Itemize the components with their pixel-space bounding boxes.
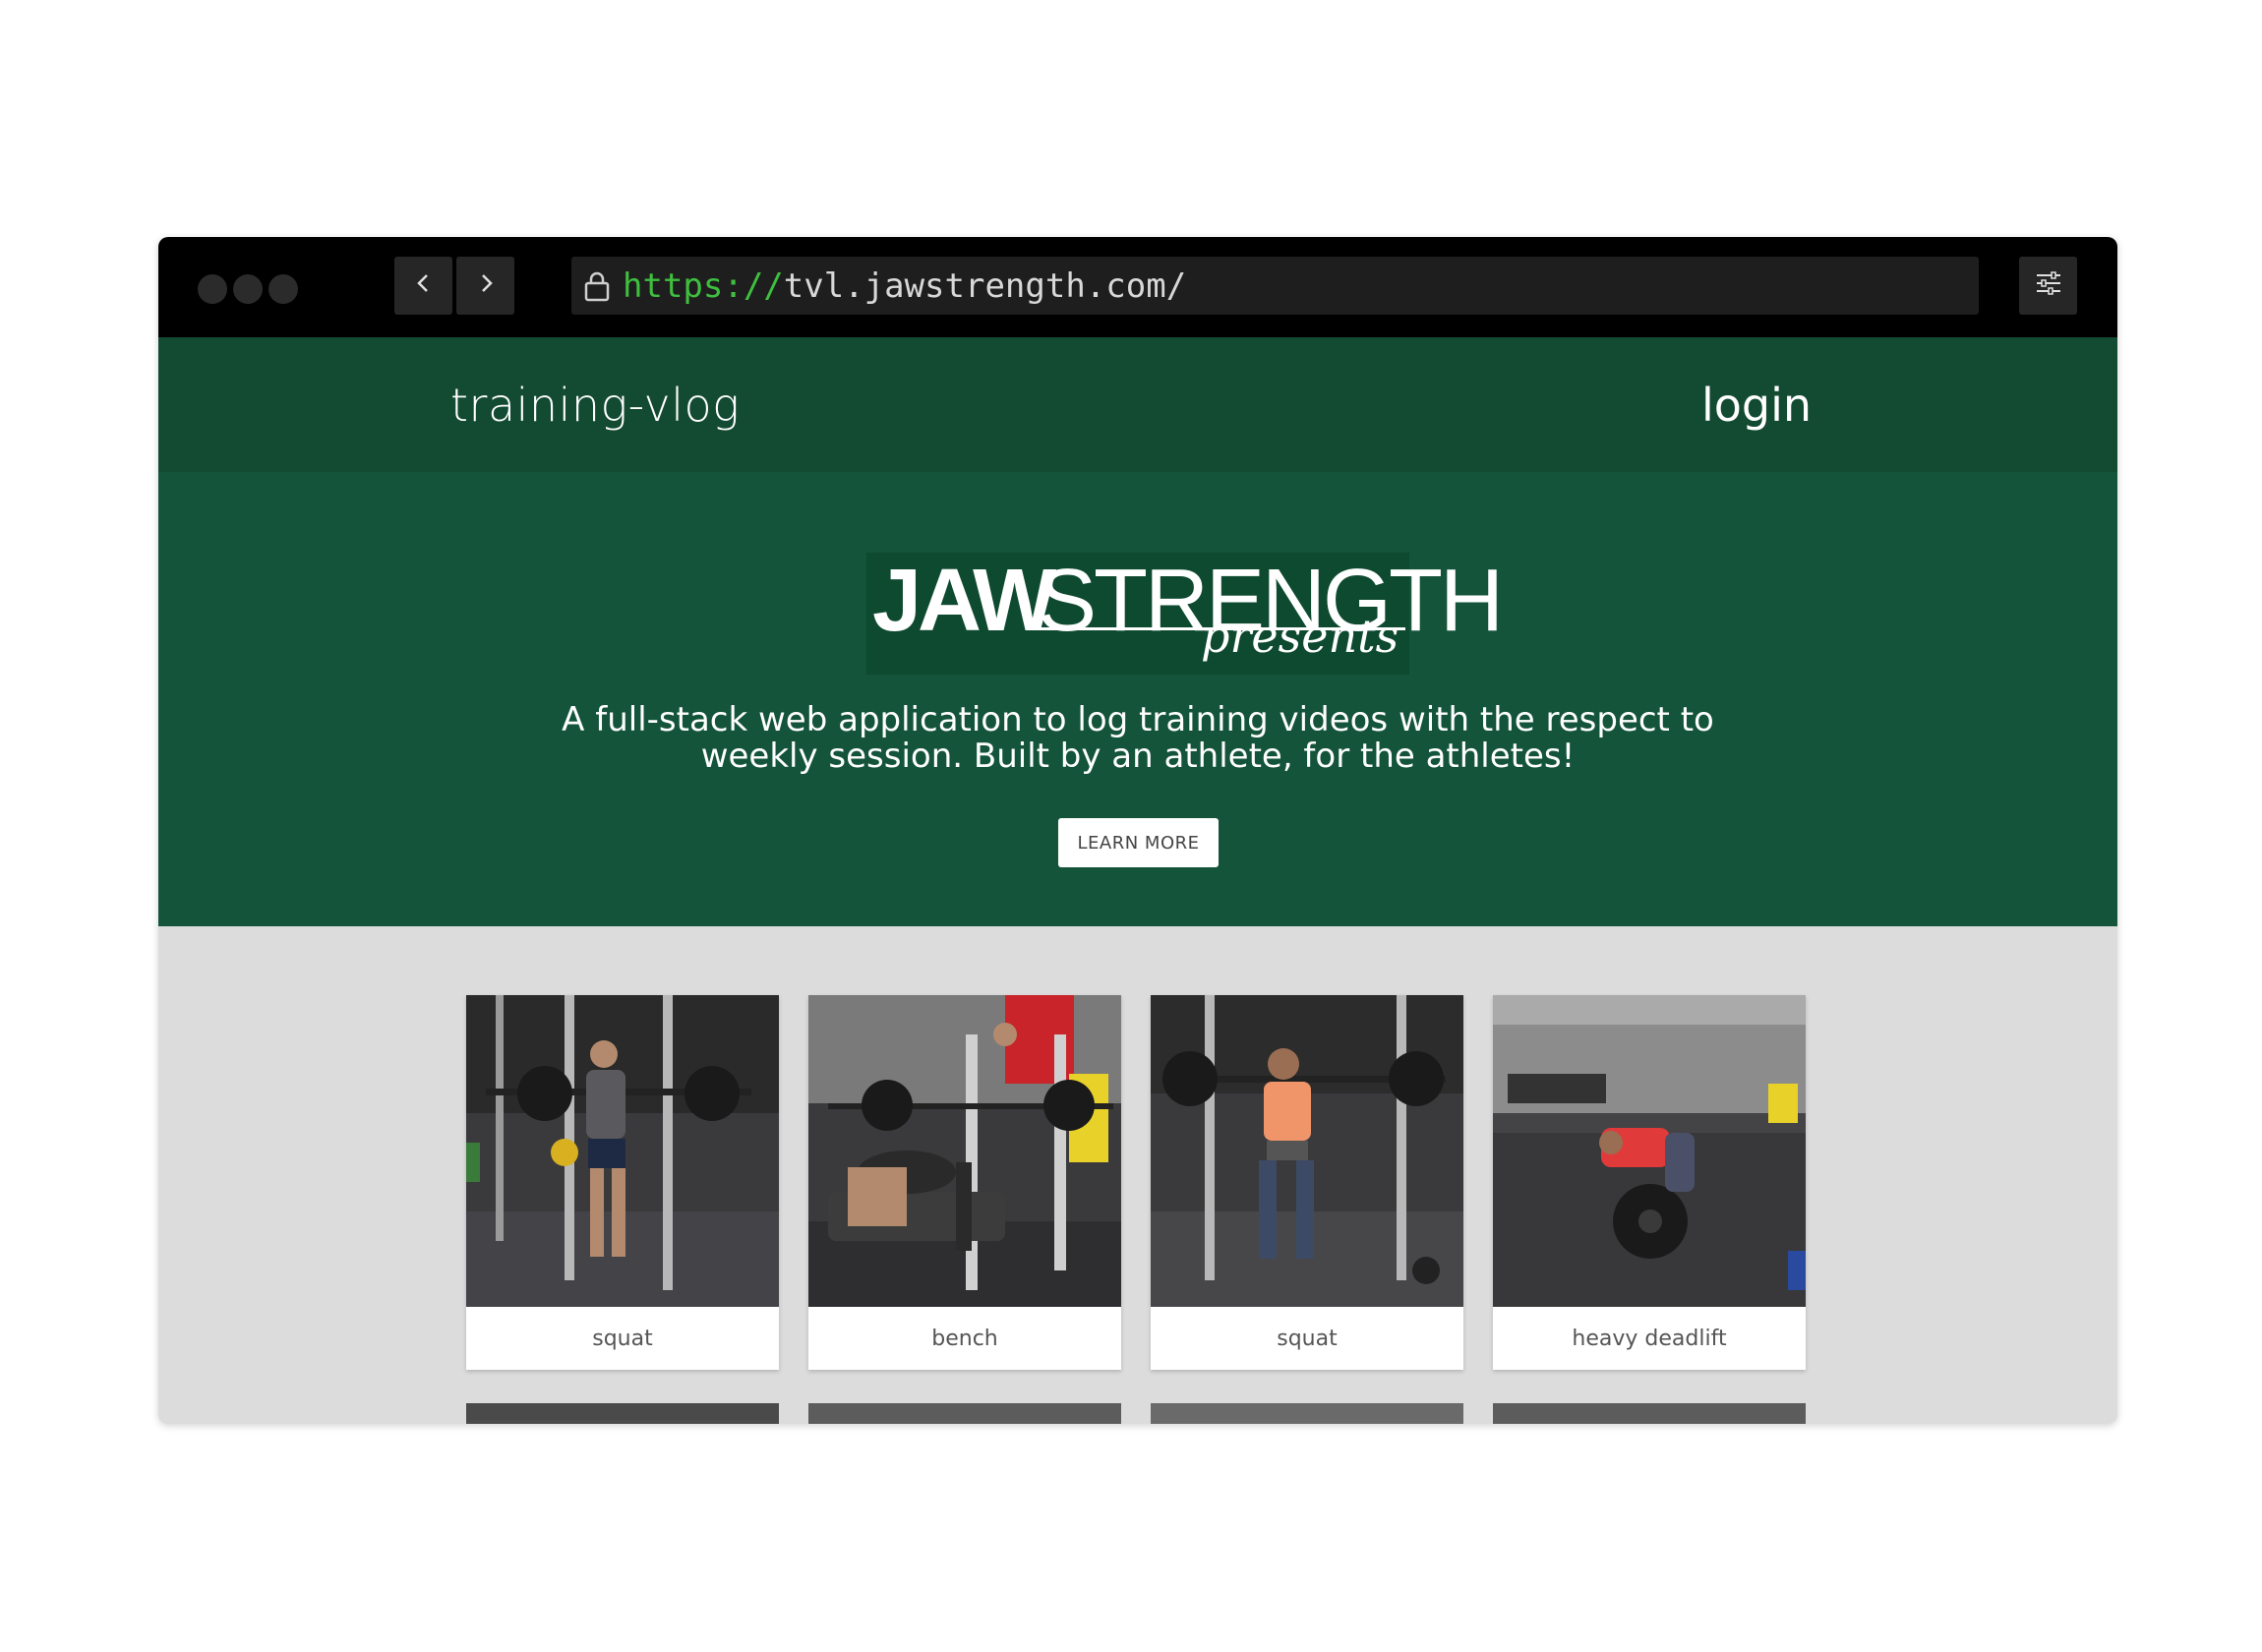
video-card[interactable]: heavy deadlift: [1493, 995, 1806, 1370]
forward-button[interactable]: [456, 257, 514, 315]
video-thumbnail: [466, 995, 779, 1307]
sliders-icon: [2035, 270, 2062, 301]
hero-tagline: A full-stack web application to log trai…: [562, 700, 1714, 776]
learn-more-button[interactable]: LEARN MORE: [1058, 818, 1219, 867]
video-thumbnail: [1493, 995, 1806, 1307]
video-thumbnail: [808, 995, 1121, 1307]
site-navbar: training-vlog login: [158, 337, 2117, 472]
video-card-partial[interactable]: [1151, 1403, 1463, 1424]
video-card[interactable]: squat: [1151, 995, 1463, 1370]
chevron-left-icon: [413, 272, 435, 299]
window-maximize-dot[interactable]: [268, 274, 298, 304]
video-card-partial[interactable]: [1493, 1403, 1806, 1424]
browser-window: https://tvl.jawstrength.com/ training-vl…: [158, 237, 2117, 1424]
window-close-dot[interactable]: [198, 274, 227, 304]
browser-menu-button[interactable]: [2019, 257, 2077, 315]
url-host: tvl.jawstrength.com/: [783, 266, 1187, 306]
brand-link[interactable]: training-vlog: [450, 379, 740, 432]
url-protocol: https://: [623, 266, 784, 306]
window-minimize-dot[interactable]: [233, 274, 263, 304]
chevron-right-icon: [475, 272, 497, 299]
video-card[interactable]: bench: [808, 995, 1121, 1370]
logo-jaw-text: JAW: [872, 552, 1056, 650]
video-grid: squat bench squat heavy deadlift: [158, 926, 2117, 1424]
video-thumbnail: [1151, 995, 1463, 1307]
video-title: squat: [1277, 1326, 1338, 1351]
back-button[interactable]: [394, 257, 452, 315]
address-bar[interactable]: https://tvl.jawstrength.com/: [571, 257, 1979, 315]
video-card[interactable]: squat: [466, 995, 779, 1370]
video-title: bench: [931, 1326, 998, 1351]
logo-presents-text: presents: [1201, 610, 1399, 663]
jawstrength-logo: JAW STRENGTH presents: [866, 552, 1504, 675]
video-card-partial[interactable]: [466, 1403, 779, 1424]
lock-icon: [583, 270, 611, 302]
login-link[interactable]: login: [1701, 379, 1812, 432]
browser-toolbar: https://tvl.jawstrength.com/: [158, 237, 2117, 337]
video-title: heavy deadlift: [1572, 1326, 1727, 1351]
video-card-partial[interactable]: [808, 1403, 1121, 1424]
url-text: https://tvl.jawstrength.com/: [623, 266, 1186, 306]
video-title: squat: [592, 1326, 653, 1351]
